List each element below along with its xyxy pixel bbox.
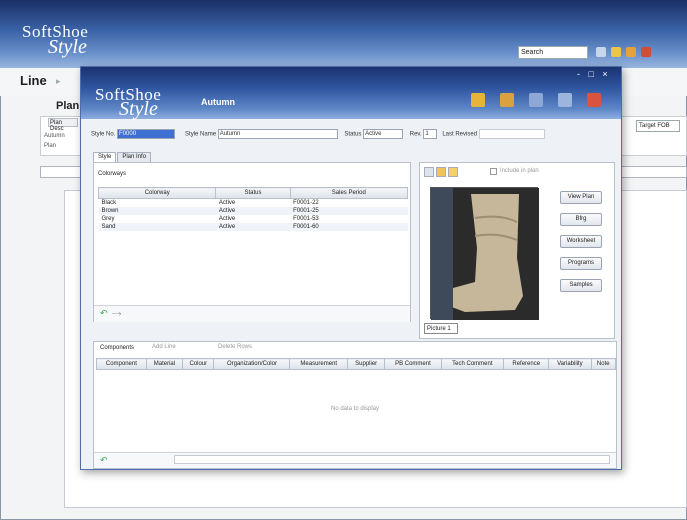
cell: Active [218, 199, 236, 206]
delete-rows-button[interactable]: Delete Rows [218, 344, 252, 350]
style-no-label: Style No. [91, 131, 116, 138]
cell: Active [215, 222, 291, 231]
target-fob-header: Target FOB [636, 120, 680, 132]
worksheet-button[interactable]: Worksheet [560, 235, 602, 248]
background-search-input[interactable]: Search [518, 46, 588, 59]
cell: Black [101, 199, 117, 206]
note-header[interactable]: Note [590, 358, 616, 370]
folder-icon[interactable] [611, 47, 621, 57]
image-panel: Include in plan Picture 1 View Plan Bfrg… [419, 162, 615, 339]
background-row-autumn: Autumn [44, 133, 65, 139]
variability-header[interactable]: Variability [548, 358, 592, 370]
nav-icon[interactable] [596, 47, 606, 57]
include-checkbox[interactable] [490, 168, 497, 175]
components-scrollbar[interactable] [174, 455, 610, 464]
dialog-toolbar [471, 93, 616, 109]
cell: Active [215, 206, 291, 215]
cell: F0001-25 [290, 206, 408, 215]
redo-icon[interactable]: ⤍ [112, 308, 121, 318]
table-row[interactable]: Brown Active F0001-25 [98, 206, 408, 215]
last-revised-label: Last Revised [442, 131, 478, 138]
samples-button[interactable]: Samples [560, 279, 602, 292]
bfrg-button[interactable]: Bfrg [560, 213, 602, 226]
save-image-icon[interactable] [448, 167, 458, 177]
picture-caption: Picture 1 [424, 323, 458, 334]
breadcrumb-arrow-icon: ▸ [56, 76, 61, 86]
colorway-header[interactable]: Colorway [97, 187, 217, 199]
sales-period-header[interactable]: Sales Period [289, 187, 409, 199]
user-icon[interactable] [471, 93, 485, 107]
cell: Brown [98, 206, 216, 215]
add-line-button[interactable]: Add Line [152, 344, 176, 350]
include-label: Include in plan [500, 168, 539, 174]
tools-icon[interactable] [626, 47, 636, 57]
background-toolbar [596, 47, 656, 59]
dialog-title: Autumn [201, 97, 235, 107]
components-panel: Components Add Line Delete Rows Componen… [93, 341, 617, 469]
folder-icon[interactable] [500, 93, 514, 107]
view-plan-button[interactable]: View Plan [560, 191, 602, 204]
tech-comment-header[interactable]: Tech Comment [440, 358, 505, 370]
background-row-plan: Plan [44, 143, 57, 149]
shoe-photo [430, 187, 539, 320]
cell: F0001-53 [293, 215, 319, 222]
component-header[interactable]: Component [96, 358, 147, 370]
components-grid: Component Material Colour Organization/C… [96, 358, 616, 370]
colorways-title: Colorways [98, 171, 127, 177]
reference-header[interactable]: Reference [503, 358, 550, 370]
status-label: Status [344, 131, 362, 138]
print-icon[interactable] [529, 93, 543, 107]
style-dialog: SoftShoe Style Autumn - □ × Style No. F0… [80, 66, 622, 470]
undo-icon[interactable]: ↶ [100, 308, 108, 318]
measurement-header[interactable]: Measurement [289, 358, 349, 370]
colorways-footer [94, 305, 410, 322]
background-logo: SoftShoe Style [22, 22, 89, 58]
open-image-icon[interactable] [436, 167, 446, 177]
style-fields-row: Style No. F0000 Style Name Autumn Status… [91, 129, 545, 139]
image-tool-icon[interactable] [424, 167, 434, 177]
cell: Sand [98, 222, 216, 231]
close-doc-icon[interactable] [587, 93, 601, 107]
programs-button[interactable]: Programs [560, 257, 602, 270]
org-color-header[interactable]: Organization/Color [213, 358, 291, 370]
style-name-label: Style Name [185, 131, 217, 138]
window-controls[interactable]: - □ × [577, 69, 611, 79]
style-no-input[interactable]: F0000 [117, 129, 176, 139]
line-label: Line [20, 73, 47, 88]
empty-grid-message: No data to display [330, 406, 380, 412]
material-header[interactable]: Material [145, 358, 184, 370]
last-revised-value [478, 129, 545, 139]
rev-input[interactable]: 1 [423, 129, 438, 139]
rev-label: Rev. [409, 131, 422, 138]
exit-icon[interactable] [641, 47, 651, 57]
components-title: Components [100, 345, 135, 351]
supplier-header[interactable]: Supplier [347, 358, 386, 370]
table-row[interactable]: Black Active F0001-22 [99, 199, 408, 207]
cell: Grey [101, 215, 115, 222]
table-row[interactable]: Sand Active F0001-60 [98, 222, 408, 231]
mail-icon[interactable] [558, 93, 572, 107]
colorways-panel: Colorways Colorway Status Sales Period B… [93, 162, 411, 322]
plan-label: Plan [56, 100, 80, 112]
background-plan-tab[interactable]: Plan Desc [48, 118, 78, 132]
colorways-grid: Colorway Status Sales Period Black Active… [97, 187, 409, 231]
colour-header[interactable]: Colour [182, 358, 215, 370]
status-header[interactable]: Status [215, 187, 291, 199]
cell: Active [218, 215, 236, 222]
pb-comment-header[interactable]: PB Comment [384, 358, 442, 370]
style-name-input[interactable]: Autumn [217, 129, 338, 139]
cell: F0001-22 [293, 199, 319, 206]
status-select[interactable]: Active [363, 129, 404, 139]
cell: F0001-60 [290, 222, 408, 231]
undo-icon[interactable]: ↶ [100, 455, 108, 465]
table-row[interactable]: Grey Active F0001-53 [99, 215, 408, 223]
dialog-logo: SoftShoe Style [95, 85, 162, 120]
